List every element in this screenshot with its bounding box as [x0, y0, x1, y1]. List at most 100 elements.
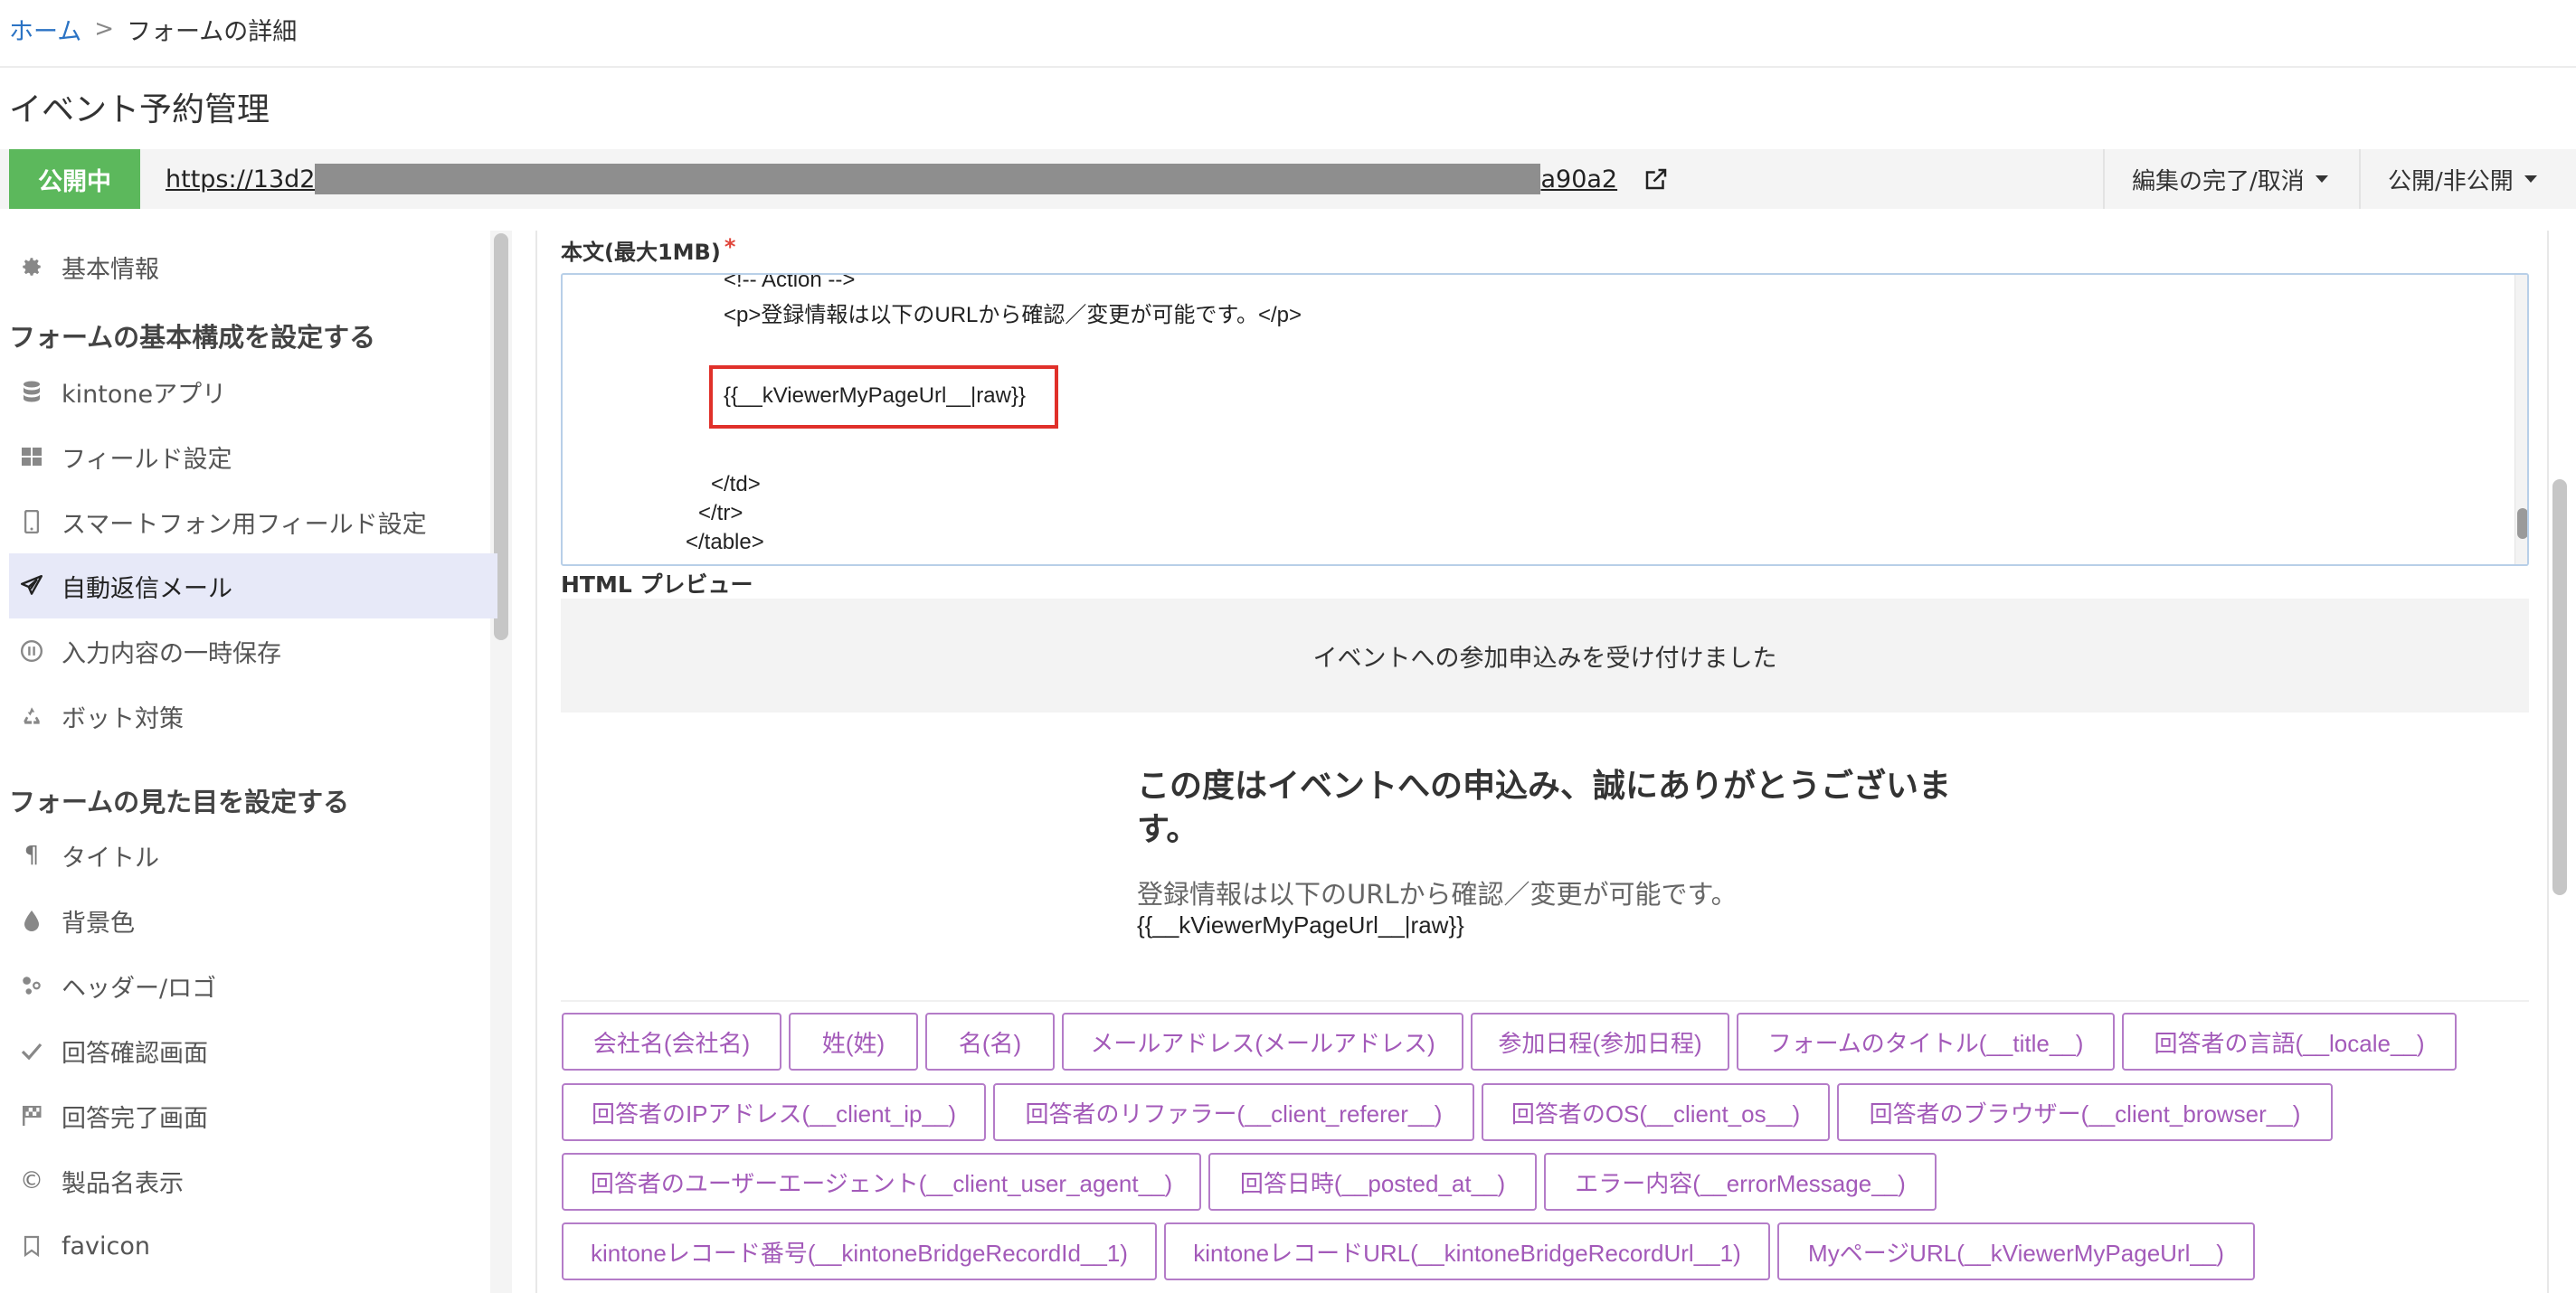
- sidebar-item-label: 自動返信メール: [62, 574, 232, 603]
- sidebar-item-confirm-screen[interactable]: 回答確認画面: [9, 1018, 497, 1083]
- highlight-box: [709, 365, 1058, 429]
- form-url: https://13d2 a90a2: [166, 149, 1672, 209]
- sidebar-section-heading: フォームの基本構成を設定する: [9, 322, 376, 353]
- sidebar-item-auto-reply-mail[interactable]: 自動返信メール: [9, 553, 497, 618]
- insert-tag-button[interactable]: エラー内容(__errorMessage__): [1544, 1153, 1937, 1211]
- divider: [0, 66, 2576, 68]
- sidebar-item-background-color[interactable]: 背景色: [9, 888, 497, 953]
- gear-icon: [18, 253, 45, 280]
- insert-tag-button[interactable]: kintoneレコードURL(__kintoneBridgeRecordUrl_…: [1164, 1222, 1770, 1280]
- breadcrumb-current: フォームの詳細: [127, 17, 298, 46]
- insert-tag-button[interactable]: kintoneレコード番号(__kintoneBridgeRecordId__1…: [562, 1222, 1157, 1280]
- caret-down-icon: [2315, 175, 2328, 183]
- main-scrollbar[interactable]: [2552, 479, 2567, 895]
- content-border: [2547, 231, 2549, 1293]
- grid-icon: [18, 443, 45, 470]
- preview-label: HTML プレビュー: [561, 571, 753, 598]
- breadcrumb: ホーム > フォームの詳細: [9, 11, 297, 47]
- required-mark: *: [724, 234, 736, 260]
- status-badge[interactable]: 公開中: [9, 149, 140, 209]
- edit-complete-label: 編集の完了/取消: [2132, 167, 2305, 195]
- preview-heading: この度はイベントへの申込み、誠にありがとうございま す。: [1137, 765, 1969, 852]
- external-link-icon[interactable]: [1643, 165, 1672, 193]
- paper-plane-icon: [18, 572, 45, 599]
- sidebar-item-temporary-save[interactable]: 入力内容の一時保存: [9, 618, 497, 684]
- insert-tag-button[interactable]: 参加日程(参加日程): [1471, 1013, 1729, 1071]
- form-url-link-start[interactable]: https://13d2: [166, 165, 315, 193]
- sidebar-item-smartphone-fields[interactable]: スマートフォン用フィールド設定: [9, 489, 497, 554]
- redacted-url-mask: [315, 164, 1541, 194]
- sidebar-item-label: スマートフォン用フィールド設定: [62, 510, 427, 539]
- insert-tag-button[interactable]: 姓(姓): [789, 1013, 918, 1071]
- code-line: </td>: [711, 472, 761, 496]
- edit-complete-dropdown[interactable]: 編集の完了/取消: [2103, 149, 2355, 209]
- sidebar-item-label: 回答確認画面: [62, 1039, 208, 1068]
- preview-mypage-url: {{__kViewerMyPageUrl__|raw}}: [1137, 911, 1464, 939]
- insert-tag-button[interactable]: 回答者のリファラー(__client_referer__): [993, 1083, 1474, 1141]
- paragraph-icon: ¶: [24, 842, 40, 869]
- insert-tag-button[interactable]: 回答者の言語(__locale__): [2122, 1013, 2457, 1071]
- sidebar-item-label: 基本情報: [62, 255, 159, 284]
- sidebar-item-basic-info[interactable]: 基本情報: [9, 234, 497, 299]
- code-line: </tr>: [698, 501, 743, 525]
- sidebar-item-label: 回答完了画面: [62, 1104, 208, 1133]
- sidebar-item-label: favicon: [62, 1232, 151, 1260]
- divider: [561, 1000, 2529, 1002]
- checkmark-icon: [18, 1037, 45, 1064]
- preview-body-text: 登録情報は以下のURLから確認／変更が可能です。: [1137, 879, 1738, 910]
- caret-down-icon: [2524, 175, 2537, 183]
- body-field-label-text: 本文(最大1MB): [561, 240, 721, 265]
- code-line: <p>登録情報は以下のURLから確認／変更が可能です。</p>: [724, 303, 1302, 327]
- sidebar-item-field-settings[interactable]: フィールド設定: [9, 424, 497, 489]
- insert-tag-button[interactable]: 回答者のユーザーエージェント(__client_user_agent__): [562, 1153, 1201, 1211]
- preview-banner-text: イベントへの参加申込みを受け付けました: [1312, 644, 1777, 673]
- mobile-phone-icon: [18, 508, 45, 535]
- sidebar-item-title[interactable]: ¶ タイトル: [9, 823, 497, 888]
- sidebar-item-label: ボット対策: [62, 704, 184, 733]
- insert-tag-button[interactable]: 名(名): [925, 1013, 1055, 1071]
- form-header-bar: 公開中 https://13d2 a90a2 編集の完了/取消 公開/非公開: [0, 149, 2576, 209]
- insert-tag-button[interactable]: 会社名(会社名): [562, 1013, 781, 1071]
- breadcrumb-home-link[interactable]: ホーム: [9, 12, 81, 47]
- sidebar-item-label: 製品名表示: [62, 1169, 184, 1198]
- body-field-label: 本文(最大1MB) *: [561, 234, 735, 266]
- sidebar-item-label: ヘッダー/ロゴ: [62, 974, 217, 1003]
- code-line: <!-- Action -->: [724, 273, 856, 292]
- publish-dropdown[interactable]: 公開/非公開: [2359, 149, 2564, 209]
- insert-tag-button[interactable]: MyページURL(__kViewerMyPageUrl__): [1777, 1222, 2255, 1280]
- sidebar-item-product-name[interactable]: © 製品名表示: [9, 1148, 497, 1213]
- pause-circle-icon: [18, 637, 45, 665]
- database-icon: [18, 378, 45, 405]
- insert-tag-button[interactable]: 回答日時(__posted_at__): [1208, 1153, 1537, 1211]
- shapes-icon: [18, 972, 45, 999]
- sidebar-item-header-logo[interactable]: ヘッダー/ロゴ: [9, 953, 497, 1018]
- insert-tag-button[interactable]: 回答者のOS(__client_os__): [1482, 1083, 1830, 1141]
- insert-tag-button[interactable]: 回答者のIPアドレス(__client_ip__): [562, 1083, 986, 1141]
- preview-banner: イベントへの参加申込みを受け付けました: [561, 599, 2529, 713]
- content-border: [535, 231, 537, 1293]
- insert-tag-button[interactable]: 回答者のブラウザー(__client_browser__): [1837, 1083, 2333, 1141]
- sidebar-item-label: 入力内容の一時保存: [62, 639, 281, 668]
- sidebar-section-heading: フォームの見た目を設定する: [9, 787, 350, 817]
- editor-scrollbar[interactable]: [2517, 508, 2527, 539]
- sidebar-item-label: フィールド設定: [62, 445, 232, 474]
- sidebar-item-label: 背景色: [62, 909, 135, 938]
- sidebar-item-favicon[interactable]: favicon: [9, 1213, 497, 1279]
- sidebar-item-complete-screen[interactable]: 回答完了画面: [9, 1083, 497, 1148]
- droplet-icon: [18, 907, 45, 934]
- breadcrumb-separator: >: [94, 15, 114, 42]
- html-body-textarea[interactable]: <!-- Action --> <p>登録情報は以下のURLから確認／変更が可能…: [561, 273, 2529, 566]
- insert-tag-button[interactable]: フォームのタイトル(__title__): [1737, 1013, 2115, 1071]
- form-url-link-end[interactable]: a90a2: [1540, 165, 1617, 193]
- publish-label: 公開/非公開: [2388, 167, 2514, 195]
- preview-heading-line: す。: [1137, 811, 1199, 848]
- sidebar-item-label: kintoneアプリ: [62, 380, 227, 409]
- bookmark-icon: [18, 1232, 45, 1260]
- sidebar-item-kintone-app[interactable]: kintoneアプリ: [9, 359, 497, 424]
- sidebar-item-bot-protection[interactable]: ボット対策: [9, 684, 497, 749]
- copyright-icon: ©: [20, 1167, 43, 1194]
- sidebar-item-label: タイトル: [62, 844, 159, 873]
- page-title: イベント予約管理: [9, 91, 270, 128]
- recycle-icon: [18, 703, 45, 730]
- insert-tag-button[interactable]: メールアドレス(メールアドレス): [1062, 1013, 1463, 1071]
